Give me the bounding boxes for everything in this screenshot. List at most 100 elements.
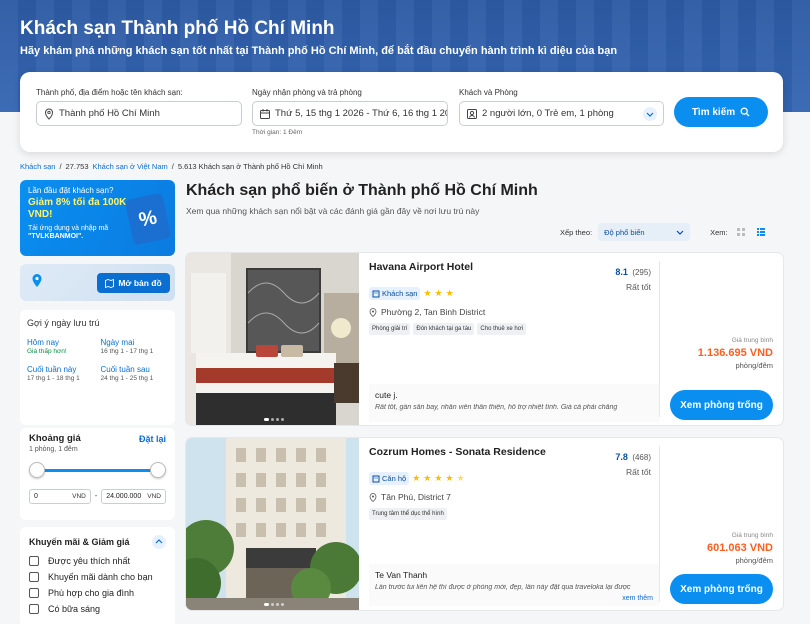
max-price-value: 24.000.000: [106, 493, 142, 500]
sort-select[interactable]: Độ phổ biến: [598, 223, 691, 241]
filter-family[interactable]: Phù hợp cho gia đình: [29, 588, 166, 598]
hotel-photo[interactable]: [186, 438, 359, 610]
view-rooms-button[interactable]: Xem phòng trống: [670, 390, 773, 420]
grid-view-icon[interactable]: [734, 226, 748, 238]
suggest-label: Cuối tuần này: [27, 365, 77, 374]
promotions-filter: Khuyến mãi & Giảm giá Được yêu thích nhấ…: [20, 527, 175, 624]
dates-label: Ngày nhận phòng và trả phòng: [252, 88, 362, 97]
building-icon: [372, 290, 380, 297]
checkbox[interactable]: [29, 556, 39, 566]
hotel-location: Phường 2, Tan Binh District: [369, 307, 659, 317]
dates-input[interactable]: Thứ 5, 15 thg 1 2026 - Thứ 6, 16 thg 1 2…: [252, 101, 448, 126]
star-icon: ★: [445, 473, 454, 483]
dates-field: Ngày nhận phòng và trả phòng Thứ 5, 15 t…: [252, 88, 448, 136]
suggest-label: Ngày mai: [100, 338, 135, 347]
promo-banner[interactable]: Lần đầu đặt khách sạn? Giảm 8% tối đa 10…: [20, 180, 175, 256]
destination-value: Thành phố Hồ Chí Minh: [59, 108, 160, 119]
view-rooms-button[interactable]: Xem phòng trống: [670, 574, 773, 604]
filter-for-you[interactable]: Khuyến mãi dành cho bạn: [29, 572, 166, 582]
destination-label: Thành phố, địa điểm hoặc tên khách sạn:: [36, 88, 183, 97]
amenity-tags: Trung tâm thể dục thể hình: [369, 508, 659, 520]
price-unit: phòng/đêm: [735, 556, 773, 565]
filter-breakfast[interactable]: Có bữa sáng: [29, 604, 166, 614]
chevron-down-icon: [676, 230, 684, 235]
chevron-down-icon: [643, 106, 657, 121]
price-value: 601.063 VND: [706, 542, 773, 554]
rating: 7.8 (468) Rất tốt: [611, 447, 651, 477]
currency-unit: VND: [147, 493, 162, 500]
breadcrumb-count: 27.753: [65, 162, 89, 171]
destination-input[interactable]: Thành phố Hồ Chí Minh: [36, 101, 242, 126]
rating-count: (295): [632, 268, 651, 277]
slider-min-handle[interactable]: [29, 462, 45, 478]
map-preview[interactable]: Mở bản đồ: [20, 264, 175, 301]
suggest-this-weekend[interactable]: Cuối tuần này 17 thg 1 - 18 thg 1: [27, 365, 95, 382]
suggest-label: Cuối tuần sau: [100, 365, 150, 374]
price-range-filter: Khoảng giá Đặt lại 1 phòng, 1 đêm 0 VND …: [20, 428, 175, 520]
amenity-tag: Trung tâm thể dục thể hình: [369, 508, 447, 520]
breadcrumb-separator: /: [59, 162, 62, 171]
guests-label: Khách và Phòng: [459, 88, 518, 97]
price-value: 1.136.695 VND: [697, 347, 773, 359]
location-pin-icon: [44, 107, 54, 120]
star-icon: ★: [412, 473, 421, 483]
checkbox[interactable]: [29, 604, 39, 614]
suggest-tomorrow[interactable]: Ngày mai 16 thg 1 - 17 thg 1: [101, 338, 169, 355]
rating-score: 7.8: [615, 452, 628, 462]
hotel-photo[interactable]: [186, 253, 359, 425]
hotel-card[interactable]: Havana Airport Hotel Khách sạn ★ ★ ★ Phư…: [186, 253, 783, 425]
suggest-next-weekend[interactable]: Cuối tuần sau 24 thg 1 - 25 thg 1: [101, 365, 169, 382]
suggest-today[interactable]: Hôm nay Giá thấp hơn!: [27, 338, 95, 355]
list-view-icon[interactable]: [754, 226, 768, 238]
hotel-card[interactable]: Cozrum Homes - Sonata Residence Căn hộ ★…: [186, 438, 783, 610]
min-price-value: 0: [34, 493, 38, 500]
see-more-link[interactable]: xem thêm: [622, 595, 653, 602]
currency-unit: VND: [72, 493, 86, 500]
star-icon: ★: [434, 473, 443, 483]
breadcrumb-separator: /: [171, 162, 174, 171]
price-slider[interactable]: [29, 459, 166, 481]
reset-button[interactable]: Đặt lại: [139, 434, 166, 444]
guests-icon: [467, 108, 477, 119]
chevron-up-icon[interactable]: [152, 535, 166, 549]
search-button[interactable]: Tìm kiếm: [674, 97, 768, 127]
rating-count: (468): [632, 453, 651, 462]
search-panel: Thành phố, địa điểm hoặc tên khách sạn: …: [20, 72, 783, 152]
open-map-button[interactable]: Mở bản đồ: [97, 273, 170, 293]
breadcrumb-hotels[interactable]: Khách sạn: [20, 162, 55, 171]
rating-verdict: Rất tốt: [625, 467, 651, 477]
amenity-tag: Cho thuê xe hơi: [477, 323, 527, 335]
hotel-location: Tân Phú, District 7: [369, 492, 659, 502]
min-price-input[interactable]: 0 VND: [29, 489, 91, 504]
price-panel: Giá trung bình 1.136.695 VND phòng/đêm X…: [660, 253, 783, 425]
search-button-label: Tìm kiếm: [691, 106, 736, 118]
breadcrumb-country[interactable]: Khách sạn ở Việt Nam: [93, 162, 168, 171]
suggest-sub: 24 thg 1 - 25 thg 1: [100, 375, 154, 382]
checkbox[interactable]: [29, 588, 39, 598]
slider-max-handle[interactable]: [150, 462, 166, 478]
amenity-tag: Đón khách tại ga tàu: [413, 323, 475, 335]
rating: 8.1 (295) Rất tốt: [611, 262, 651, 292]
checkbox[interactable]: [29, 572, 39, 582]
star-icon: ★: [423, 288, 432, 298]
location-pin-icon: [369, 307, 377, 317]
review-text: Lần trước tui liên hệ thì được ở phòng m…: [375, 584, 631, 591]
search-icon: [740, 107, 750, 117]
filter-favorite[interactable]: Được yêu thích nhất: [29, 556, 166, 566]
guests-field: Khách và Phòng 2 người lớn, 0 Trẻ em, 1 …: [459, 88, 664, 126]
filter-label: Có bữa sáng: [48, 604, 101, 614]
half-star-icon: ★: [456, 473, 465, 483]
suggest-sub: 16 thg 1 - 17 thg 1: [100, 348, 154, 355]
property-type: Khách sạn: [382, 289, 418, 298]
filter-label: Phù hợp cho gia đình: [48, 588, 134, 598]
max-price-input[interactable]: 24.000.000 VND: [101, 489, 167, 504]
sort-value: Độ phổ biến: [604, 227, 645, 237]
guests-value: 2 người lớn, 0 Trẻ em, 1 phòng: [482, 108, 614, 119]
guests-input[interactable]: 2 người lớn, 0 Trẻ em, 1 phòng: [459, 101, 664, 126]
page-subtitle: Hãy khám phá những khách sạn tốt nhất tạ…: [20, 45, 618, 57]
property-type-badge: Khách sạn: [369, 287, 421, 300]
review-snippet: cute j. Rất tốt, gần sân bay, nhân viên …: [369, 384, 659, 422]
rating-score: 8.1: [615, 267, 628, 277]
reviewer-name: Te Van Thanh: [375, 570, 428, 580]
star-icon: ★: [445, 288, 454, 298]
